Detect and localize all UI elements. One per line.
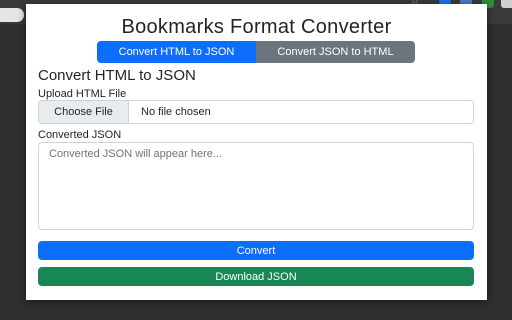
choose-file-button[interactable]: Choose File	[39, 101, 129, 123]
section-heading: Convert HTML to JSON	[38, 67, 196, 84]
download-json-button[interactable]: Download JSON	[38, 267, 474, 286]
extension-popup: Bookmarks Format Converter Convert HTML …	[26, 4, 487, 300]
converted-json-textarea[interactable]	[38, 142, 474, 230]
converted-json-label: Converted JSON	[38, 129, 122, 141]
browser-address-bar-edge	[0, 8, 24, 22]
tab-json-to-html[interactable]: Convert JSON to HTML	[256, 41, 415, 63]
tab-group: Convert HTML to JSON Convert JSON to HTM…	[97, 41, 415, 63]
page-title: Bookmarks Format Converter	[121, 16, 392, 38]
convert-button[interactable]: Convert	[38, 241, 474, 260]
tab-html-to-json[interactable]: Convert HTML to JSON	[97, 41, 256, 63]
file-status-text: No file chosen	[141, 106, 211, 118]
upload-label: Upload HTML File	[38, 88, 127, 100]
file-upload-input[interactable]: Choose File No file chosen	[38, 100, 474, 124]
extension-icon-active[interactable]	[501, 0, 512, 8]
